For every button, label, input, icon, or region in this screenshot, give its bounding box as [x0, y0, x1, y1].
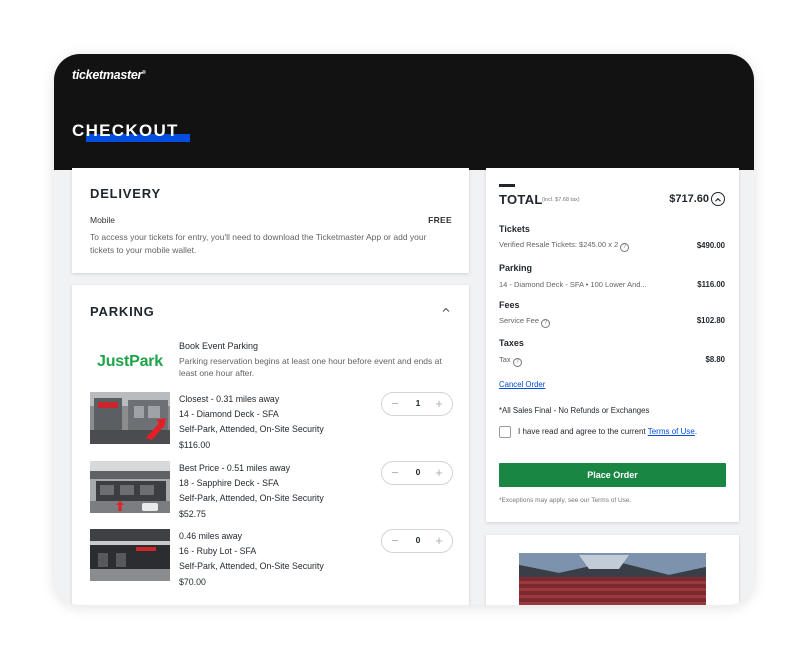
total-amount: $717.60 — [669, 193, 709, 205]
parking-title: PARKING — [90, 304, 155, 319]
lot-features: Self-Park, Attended, On-Site Security — [179, 424, 324, 434]
fees-amount: $102.80 — [696, 316, 725, 325]
lot-distance: 0.46 miles away — [179, 531, 243, 541]
lot-price: $52.75 — [179, 509, 206, 519]
tickets-description: Verified Resale Tickets: $245.00 x 2? — [499, 240, 630, 252]
checkout-page: ticketmaster® CHECKOUT DELIVERY Mobile F… — [54, 54, 754, 605]
justpark-logo: JustPark — [97, 353, 163, 370]
exceptions-note: *Exceptions may apply, see our Terms of … — [499, 497, 632, 504]
final-sale-notice: *All Sales Final - No Refunds or Exchang… — [499, 406, 650, 415]
delivery-price: FREE — [428, 215, 452, 225]
lot-distance: Best Price - 0.51 miles away — [179, 463, 290, 473]
minus-icon[interactable]: − — [387, 533, 403, 549]
cancel-order-link[interactable]: Cancel Order — [499, 380, 545, 389]
plus-icon[interactable]: + — [431, 396, 447, 412]
info-icon[interactable]: ? — [541, 319, 551, 328]
total-tax-note: (incl. $7.68 tax) — [542, 197, 580, 203]
quantity-value: 0 — [415, 467, 421, 477]
tickets-heading: Tickets — [499, 224, 530, 234]
terms-checkbox[interactable] — [499, 426, 511, 438]
info-icon[interactable]: ? — [512, 358, 522, 367]
parking-lot-photo — [90, 392, 170, 444]
plus-icon[interactable]: + — [431, 533, 447, 549]
place-order-button[interactable]: Place Order — [499, 463, 726, 487]
lot-price: $70.00 — [179, 577, 206, 587]
terms-of-use-link[interactable]: Terms of Use — [648, 427, 695, 436]
minus-icon[interactable]: − — [387, 465, 403, 481]
terms-agreement-text: I have read and agree to the current Ter… — [518, 427, 698, 436]
chevron-up-icon[interactable] — [440, 303, 452, 315]
minus-icon[interactable]: − — [387, 396, 403, 412]
delivery-card: DELIVERY Mobile FREE To access your tick… — [72, 168, 469, 273]
taxes-description: Tax? — [499, 355, 522, 367]
lot-name: 18 - Sapphire Deck - SFA — [179, 478, 279, 488]
parking-card: PARKING JustPark Book Event Parking Park… — [72, 285, 469, 605]
quantity-value: 0 — [415, 535, 421, 545]
delivery-description: To access your tickets for entry, you'll… — [90, 232, 427, 255]
parking-description: 14 - Diamond Deck - SFA • 100 Lower And.… — [499, 280, 647, 289]
fees-heading: Fees — [499, 300, 520, 310]
quantity-stepper: − 0 + — [381, 461, 453, 485]
lot-features: Self-Park, Attended, On-Site Security — [179, 561, 324, 571]
lot-price: $116.00 — [179, 440, 211, 450]
parking-lot-option: 0.46 miles away 16 - Ruby Lot - SFA Self… — [90, 529, 455, 591]
fees-description: Service Fee? — [499, 316, 551, 328]
quantity-stepper: − 0 + — [381, 529, 453, 553]
quantity-value: 1 — [415, 398, 421, 408]
lot-details: Best Price - 0.51 miles away 18 - Sapphi… — [179, 461, 324, 522]
parking-lot-option: Best Price - 0.51 miles away 18 - Sapphi… — [90, 461, 455, 523]
parking-lot-photo — [90, 529, 170, 581]
total-title: TOTAL — [499, 192, 543, 207]
lot-features: Self-Park, Attended, On-Site Security — [179, 493, 324, 503]
venue-card — [486, 535, 739, 605]
lot-distance: Closest - 0.31 miles away — [179, 394, 280, 404]
venue-photo — [519, 553, 706, 605]
order-summary-card: TOTAL (incl. $7.68 tax) $717.60 Tickets … — [486, 168, 739, 522]
chevron-up-icon[interactable] — [711, 192, 725, 206]
plus-icon[interactable]: + — [431, 465, 447, 481]
lot-details: 0.46 miles away 16 - Ruby Lot - SFA Self… — [179, 529, 324, 590]
lot-name: 14 - Diamond Deck - SFA — [179, 409, 279, 419]
delivery-title: DELIVERY — [90, 186, 161, 201]
lot-name: 16 - Ruby Lot - SFA — [179, 546, 257, 556]
parking-amount: $116.00 — [697, 280, 725, 289]
info-icon[interactable]: ? — [620, 243, 630, 252]
tickets-amount: $490.00 — [696, 241, 725, 250]
book-parking-description: Parking reservation begins at least one … — [179, 356, 442, 378]
book-parking-title: Book Event Parking — [179, 341, 259, 351]
total-accent-bar — [499, 184, 515, 187]
page-title: CHECKOUT — [72, 121, 179, 140]
taxes-amount: $8.80 — [705, 355, 725, 364]
lot-details: Closest - 0.31 miles away 14 - Diamond D… — [179, 392, 324, 453]
quantity-stepper: − 1 + — [381, 392, 453, 416]
delivery-method: Mobile — [90, 215, 116, 225]
header-bar: ticketmaster® CHECKOUT — [54, 54, 754, 170]
parking-heading: Parking — [499, 263, 533, 273]
parking-lot-photo — [90, 461, 170, 513]
taxes-heading: Taxes — [499, 338, 524, 348]
parking-lot-option: Closest - 0.31 miles away 14 - Diamond D… — [90, 392, 455, 454]
ticketmaster-logo[interactable]: ticketmaster® — [72, 68, 146, 82]
